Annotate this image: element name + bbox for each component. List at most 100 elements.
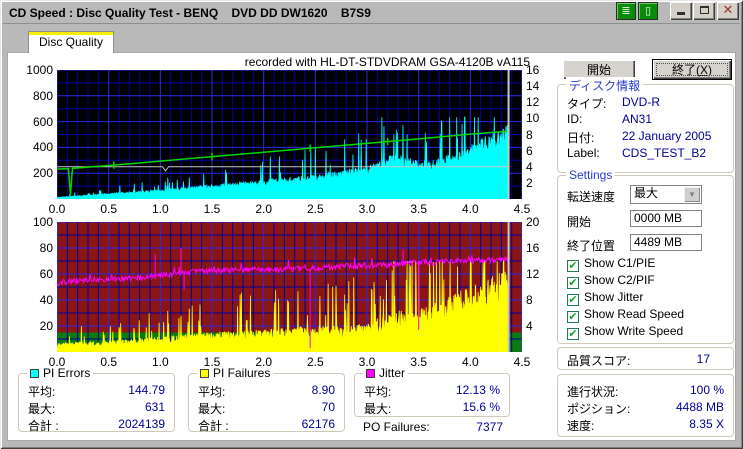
minimize-button[interactable] (670, 2, 692, 20)
y-axis-left-label: 60 (39, 267, 53, 281)
disc-date-row: 日付: 22 January 2005 (567, 129, 712, 145)
x-axis-label: 2.5 (306, 202, 324, 216)
progress-percent-value: 100 % (689, 383, 724, 397)
x-axis-label: 1.0 (151, 202, 169, 216)
x-axis-label: 0.5 (100, 202, 117, 216)
x-axis-label: 3.5 (410, 355, 427, 369)
pi-failures-average-row: 平均: 8.90 (198, 383, 335, 399)
jitter-average-row: 平均: 12.13 % (364, 383, 500, 399)
x-axis-label: 0.0 (48, 355, 66, 369)
y-axis-right-label: 6 (526, 143, 533, 158)
y-axis-left-label: 40 (39, 293, 53, 307)
x-axis-label: 1.5 (203, 355, 221, 369)
x-axis-label: 1.0 (151, 355, 169, 369)
checkbox-icon: ✔ (567, 328, 579, 340)
y-axis-right-label: 20 (526, 215, 540, 229)
y-axis-left-label: 100 (32, 215, 53, 229)
x-axis-label: 4.0 (461, 202, 479, 216)
start-position-label: 開始 (567, 215, 592, 229)
x-axis-label: 3.0 (358, 202, 376, 216)
quality-score-row: 品質スコア: 17 (567, 352, 724, 368)
focus-ring (656, 63, 728, 76)
pi-errors-speed-chart (56, 69, 523, 200)
checkbox-show-jitter[interactable]: ✔ Show Jitter (567, 290, 643, 306)
pi-errors-average-value: 144.79 (128, 383, 165, 397)
y-axis-left-label: 400 (32, 140, 53, 155)
jitter-average-value: 12.13 % (455, 383, 500, 397)
checkbox-show-c2-pif[interactable]: ✔ Show C2/PIF (567, 273, 655, 289)
checkbox-show-c1-pie[interactable]: ✔ Show C1/PIE (567, 256, 655, 272)
pi-failures-jitter-chart (56, 221, 523, 353)
pi-failures-legend-chip (200, 369, 209, 378)
chevron-down-icon[interactable]: ▼ (684, 187, 700, 202)
x-axis-label: 0.5 (100, 355, 117, 369)
transfer-rate-dropdown[interactable]: 最大 ▼ (630, 185, 702, 204)
jitter-legend-chip (366, 369, 375, 378)
checkbox-icon: ✔ (567, 311, 579, 323)
start-position-field[interactable]: 0000 MB (630, 210, 702, 227)
disc-date-value: 22 January 2005 (622, 129, 712, 143)
po-failures-label: PO Failures: (363, 420, 430, 434)
recorded-with-label: recorded with HL-DT-STDVDRAM GSA-4120B v… (244, 55, 530, 69)
x-axis-label: 1.5 (203, 202, 221, 216)
checkbox-show-read-speed[interactable]: ✔ Show Read Speed (567, 307, 684, 323)
pi-errors-average-row: 平均: 144.79 (28, 383, 165, 399)
y-axis-right-label: 16 (526, 63, 540, 77)
x-axis-label: 3.5 (410, 202, 427, 216)
pi-errors-total-row: 合計 :2024139 (28, 417, 165, 433)
pi-failures-total-row: 合計 :62176 (198, 417, 335, 433)
disc-id-row: ID: AN31 (567, 112, 653, 126)
pi-errors-max-value: 631 (144, 400, 165, 414)
progress-speed-row: 速度: 8.35 X (567, 417, 724, 433)
progress-box: 進行状況: 100 % ポジション: 4488 MB 速度: 8.35 X (557, 374, 734, 437)
quality-score-box: 品質スコア: 17 (557, 347, 734, 370)
disc-type-value: DVD-R (622, 95, 660, 109)
end-position-label: 終了位置 (567, 239, 616, 253)
quality-score-label: 品質スコア: (567, 354, 631, 368)
y-axis-left-label: 20 (39, 319, 53, 333)
checkbox-icon: ✔ (567, 277, 579, 289)
pi-errors-and-speed-chart (56, 69, 523, 200)
maximize-button[interactable] (693, 2, 715, 20)
maximize-icon (699, 6, 709, 14)
drive-icon[interactable]: ▯ (638, 2, 658, 20)
pi-failures-and-jitter-chart (56, 221, 523, 353)
pi-failures-total-value: 62176 (301, 417, 335, 431)
disc-type-row: タイプ: DVD-R (567, 95, 660, 111)
settings-title: Settings (566, 168, 616, 182)
y-axis-right-label: 8 (526, 293, 533, 307)
settings-box: Settings 転送速度 最大 ▼ 開始 0000 MB 終了位置 4489 … (557, 168, 734, 344)
report-icon[interactable]: ≣ (616, 2, 636, 20)
x-axis-label: 0.0 (48, 202, 66, 216)
pi-failures-average-value: 8.90 (311, 383, 335, 397)
checkbox-icon: ✔ (567, 260, 579, 272)
disc-info-box: ディスク情報 タイプ: DVD-R ID: AN31 日付: 22 January 2… (557, 77, 734, 173)
x-axis-label: 4.5 (513, 202, 531, 216)
checkbox-show-write-speed[interactable]: ✔ Show Write Speed (567, 324, 683, 340)
close-button[interactable]: ✕ (717, 2, 739, 20)
checkbox-icon: ✔ (567, 294, 579, 306)
pi-errors-legend-chip (30, 369, 39, 378)
close-icon: ✕ (722, 2, 734, 17)
disc-info-title: ディスク情報 (566, 77, 644, 94)
y-axis-right-label: 4 (526, 159, 533, 174)
jitter-max-value: 15.6 % (462, 400, 500, 414)
y-axis-left-label: 800 (32, 88, 53, 103)
pi-errors-stats-box: PI Errors 平均: 144.79 最大: 631 合計 :2024139 (18, 366, 175, 433)
po-failures-row: PO Failures: 7377 (363, 420, 503, 435)
tab-disc-quality[interactable]: Disc Quality (28, 31, 114, 53)
x-axis-label: 3.0 (358, 355, 376, 369)
end-position-field[interactable]: 4489 MB (630, 234, 702, 251)
minimize-icon (677, 12, 685, 15)
y-axis-right-label: 12 (526, 267, 540, 281)
exit-button[interactable]: 終了(X) (652, 59, 732, 80)
progress-percent-row: 進行状況: 100 % (567, 383, 724, 399)
x-axis-label: 2.5 (306, 355, 324, 369)
y-axis-right-label: 2 (526, 175, 533, 190)
active-tab-accent (29, 32, 113, 35)
pi-errors-total-value: 2024139 (118, 417, 165, 431)
y-axis-right-label: 10 (526, 111, 540, 126)
window-title: CD Speed : Disc Quality Test - BENQ DVD … (9, 6, 371, 20)
y-axis-right-label: 12 (526, 95, 540, 110)
po-failures-value: 7377 (476, 420, 503, 434)
